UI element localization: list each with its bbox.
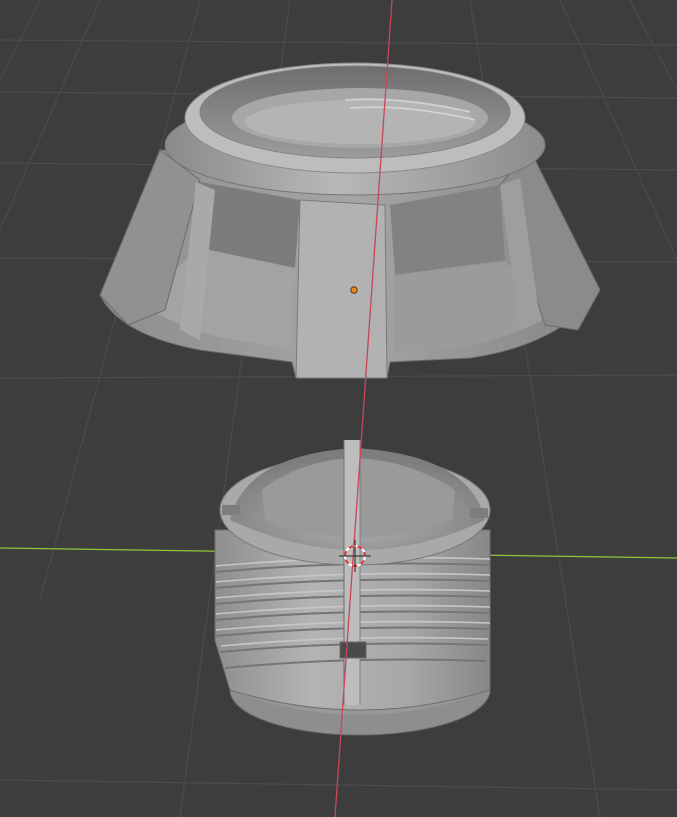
upper-nut-object[interactable] bbox=[99, 62, 601, 379]
3d-viewport[interactable] bbox=[0, 0, 677, 817]
threaded-socket-object[interactable] bbox=[214, 440, 491, 736]
viewport-canvas[interactable] bbox=[0, 0, 677, 817]
object-origin-dot[interactable] bbox=[350, 286, 358, 294]
